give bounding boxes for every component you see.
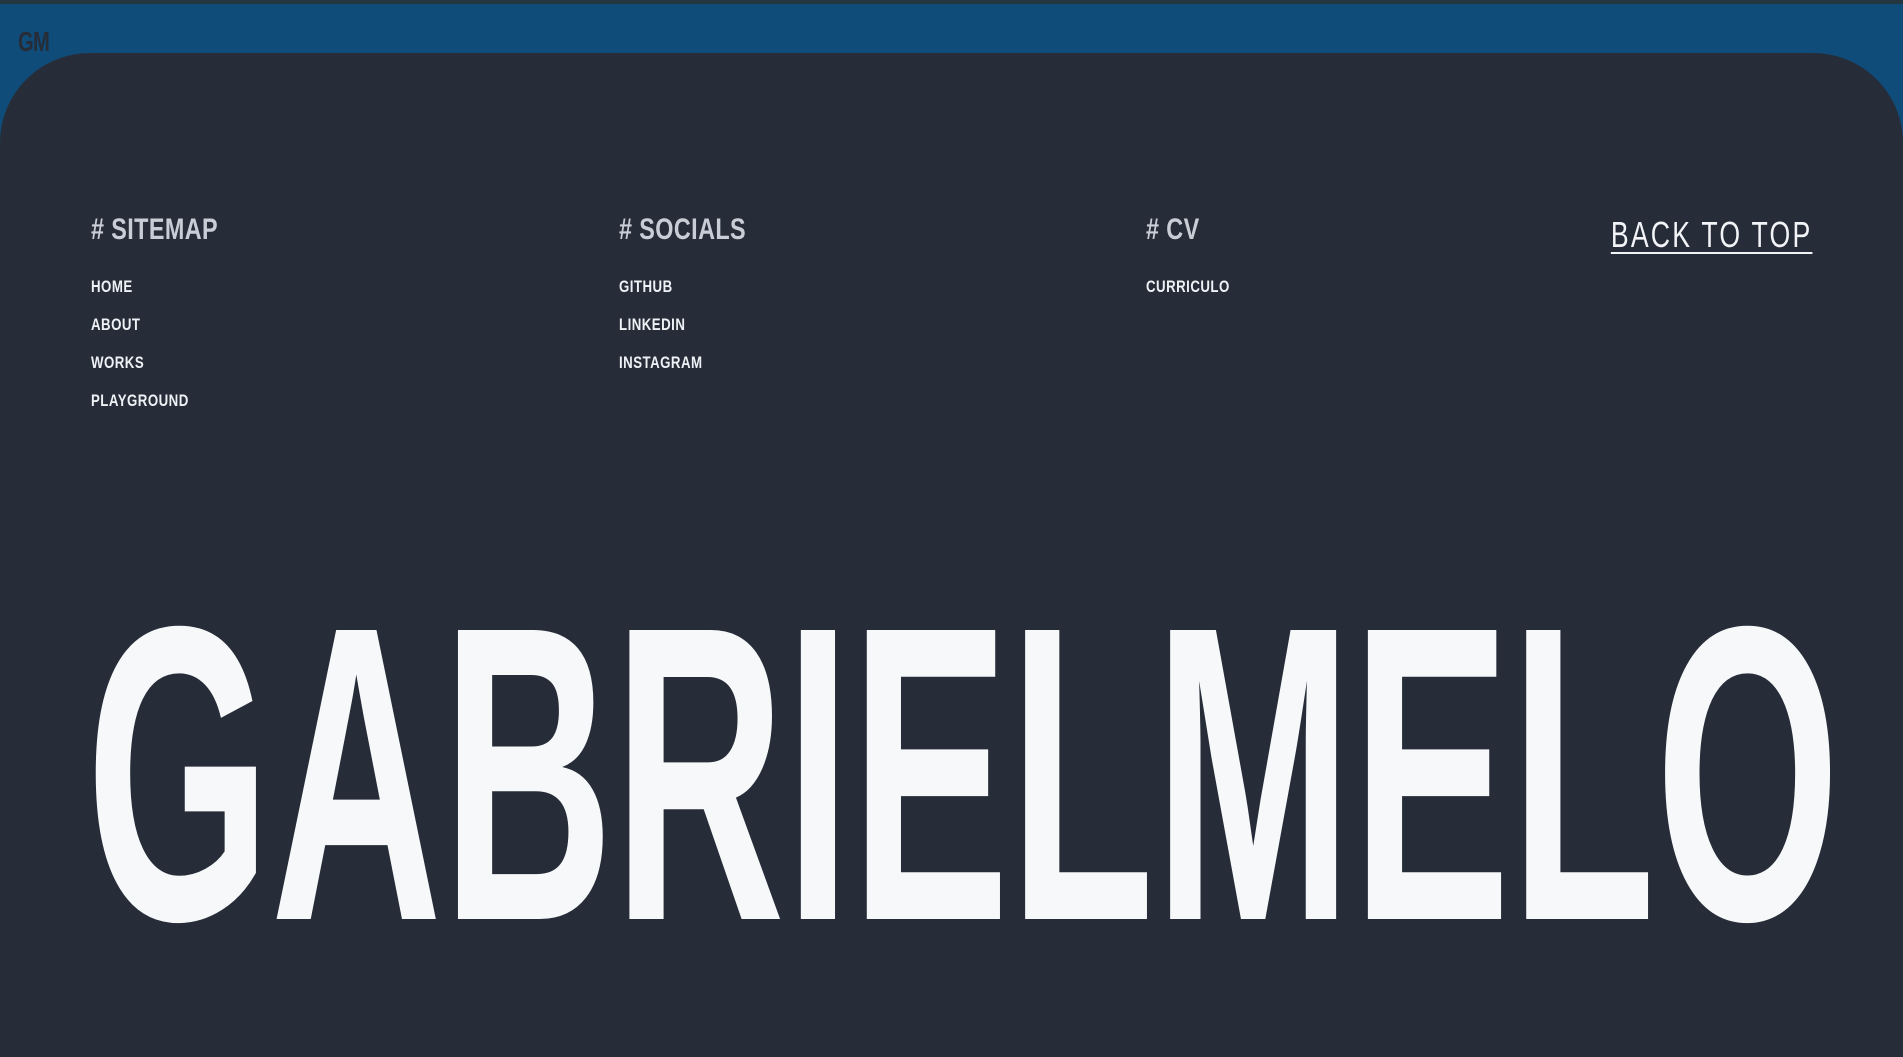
list-item: ABOUT [91,306,254,344]
top-border [0,0,1903,4]
list-item: PLAYGROUND [91,382,254,420]
nav-link-works[interactable]: WORKS [91,344,144,382]
nav-link-about[interactable]: ABOUT [91,306,140,344]
back-to-top-link[interactable]: BACK TO TOP [1610,214,1812,256]
social-link-linkedin[interactable]: LINKEDIN [619,306,685,344]
sitemap-heading: # SITEMAP [91,213,219,246]
big-name-text: GABRIELMELO [86,601,1840,931]
socials-column: # SOCIALS GITHUB LINKEDIN INSTAGRAM [619,212,782,382]
socials-heading: # SOCIALS [619,213,747,246]
social-link-github[interactable]: GITHUB [619,268,673,306]
list-item: CURRICULO [1146,268,1253,306]
list-item: HOME [91,268,254,306]
sitemap-list: HOME ABOUT WORKS PLAYGROUND [91,268,254,420]
site-logo[interactable]: GM [18,26,50,58]
site-footer: # SITEMAP HOME ABOUT WORKS PLAYGROUND # … [0,53,1903,1057]
big-name-wordmark: GABRIELMELO [86,601,1840,931]
cv-list: CURRICULO [1146,268,1253,306]
cv-column: # CV CURRICULO [1146,212,1253,306]
list-item: INSTAGRAM [619,344,782,382]
list-item: LINKEDIN [619,306,782,344]
nav-link-playground[interactable]: PLAYGROUND [91,382,189,420]
cv-heading: # CV [1146,213,1200,246]
list-item: GITHUB [619,268,782,306]
list-item: WORKS [91,344,254,382]
sitemap-column: # SITEMAP HOME ABOUT WORKS PLAYGROUND [91,212,254,420]
social-link-instagram[interactable]: INSTAGRAM [619,344,703,382]
socials-list: GITHUB LINKEDIN INSTAGRAM [619,268,782,382]
big-name-svg: GABRIELMELO [86,601,1840,931]
nav-link-home[interactable]: HOME [91,268,133,306]
cv-link-curriculo[interactable]: CURRICULO [1146,268,1230,306]
